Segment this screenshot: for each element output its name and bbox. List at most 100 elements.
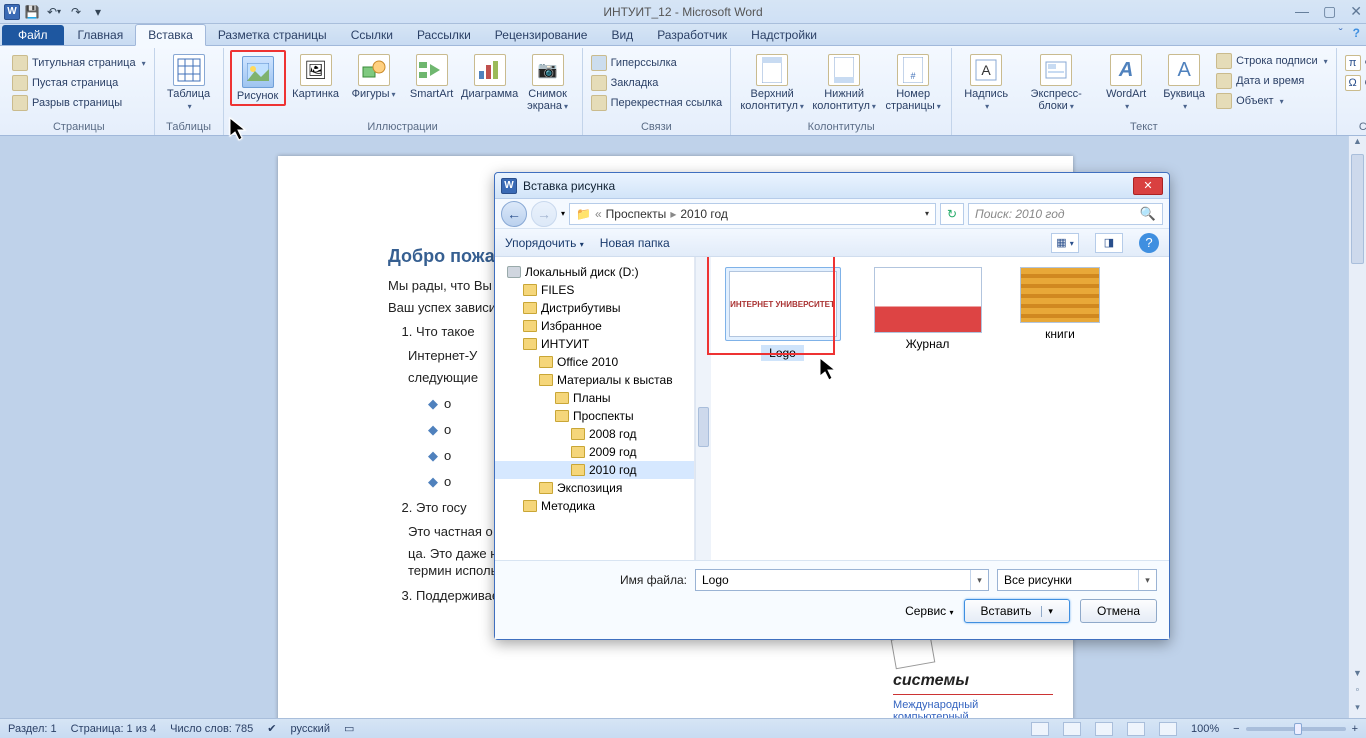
tab-file[interactable]: Файл xyxy=(2,25,64,45)
symbol-button[interactable]: ΩСимвол▾ xyxy=(1343,74,1366,92)
filename-input[interactable]: Logo▾ xyxy=(695,569,989,591)
tab-view[interactable]: Вид xyxy=(599,25,645,45)
file-item[interactable]: Журнал xyxy=(870,267,985,351)
tab-developer[interactable]: Разработчик xyxy=(645,25,739,45)
crossref-button[interactable]: Перекрестная ссылка xyxy=(589,94,725,112)
tree-item[interactable]: ИНТУИТ xyxy=(495,335,694,353)
smartart-button[interactable]: SmartArt xyxy=(404,50,460,102)
view-fullscreen-button[interactable] xyxy=(1063,722,1081,736)
search-icon[interactable]: 🔍 xyxy=(1140,206,1156,222)
chevron-down-icon[interactable]: ▾ xyxy=(970,570,988,590)
zoom-slider[interactable] xyxy=(1246,727,1346,731)
screenshot-button[interactable]: 📷Снимок экрана▾ xyxy=(520,50,576,115)
tree-disk[interactable]: Локальный диск (D:) xyxy=(495,263,694,281)
tab-mailings[interactable]: Рассылки xyxy=(405,25,483,45)
tree-item[interactable]: Проспекты xyxy=(495,407,694,425)
status-words[interactable]: Число слов: 785 xyxy=(170,723,253,735)
zoom-level[interactable]: 100% xyxy=(1191,723,1219,735)
search-input[interactable]: Поиск: 2010 год 🔍 xyxy=(968,203,1163,225)
refresh-button[interactable]: ↻ xyxy=(940,203,964,225)
nav-history-icon[interactable]: ▾ xyxy=(561,209,565,218)
status-section[interactable]: Раздел: 1 xyxy=(8,723,57,735)
minimize-ribbon-icon[interactable]: ˇ xyxy=(1339,26,1343,40)
view-draft-button[interactable] xyxy=(1159,722,1177,736)
new-folder-button[interactable]: Новая папка xyxy=(600,236,670,250)
zoom-out-button[interactable]: − xyxy=(1233,723,1239,735)
equation-button[interactable]: πФормула▾ xyxy=(1343,54,1366,72)
view-printlayout-button[interactable] xyxy=(1031,722,1049,736)
chevron-down-icon[interactable]: ▾ xyxy=(925,209,929,218)
minimize-icon[interactable]: — xyxy=(1295,3,1309,20)
redo-icon[interactable]: ↷ xyxy=(66,3,86,21)
tab-references[interactable]: Ссылки xyxy=(339,25,405,45)
hyperlink-button[interactable]: Гиперссылка xyxy=(589,54,725,72)
file-item-selected[interactable]: ИНТЕРНЕТ УНИВЕРСИТЕТ Logo xyxy=(725,267,840,361)
chevron-down-icon[interactable]: ▾ xyxy=(1138,570,1156,590)
pagenum-button[interactable]: #Номер страницы▾ xyxy=(881,50,945,115)
nav-back-button[interactable]: ← xyxy=(501,201,527,227)
prev-page-icon[interactable]: ◦ xyxy=(1349,684,1366,700)
crumb-item[interactable]: 2010 год xyxy=(680,207,728,221)
tree-item[interactable]: Office 2010 xyxy=(495,353,694,371)
cancel-button[interactable]: Отмена xyxy=(1080,599,1157,623)
vertical-scrollbar[interactable]: ▲ ▼ ◦ ▾ xyxy=(1348,136,1366,718)
blank-page-button[interactable]: Пустая страница xyxy=(10,74,148,92)
scroll-up-icon[interactable]: ▲ xyxy=(1349,136,1366,152)
tree-scrollbar[interactable] xyxy=(695,257,711,560)
dialog-titlebar[interactable]: W Вставка рисунка ✕ xyxy=(495,173,1169,199)
textbox-button[interactable]: AНадпись▾ xyxy=(958,50,1014,115)
dialog-help-button[interactable]: ? xyxy=(1139,233,1159,253)
breadcrumb[interactable]: 📁 « Проспекты ▸ 2010 год ▾ xyxy=(569,203,936,225)
view-mode-button[interactable]: ▦ ▾ xyxy=(1051,233,1079,253)
proofing-icon[interactable]: ✔ xyxy=(267,722,276,735)
wordart-button[interactable]: AWordArt▾ xyxy=(1098,50,1154,115)
tree-item[interactable]: Материалы к выстав xyxy=(495,371,694,389)
tree-item[interactable]: FILES xyxy=(495,281,694,299)
save-icon[interactable]: 💾 xyxy=(22,3,42,21)
organize-button[interactable]: Упорядочить ▾ xyxy=(505,236,584,250)
page-break-button[interactable]: Разрыв страницы xyxy=(10,94,148,112)
close-icon[interactable]: ✕ xyxy=(1350,3,1362,20)
tree-item[interactable]: Методика xyxy=(495,497,694,515)
scroll-down-icon[interactable]: ▼ xyxy=(1349,668,1366,684)
tab-layout[interactable]: Разметка страницы xyxy=(206,25,339,45)
signature-button[interactable]: Строка подписи▾ xyxy=(1214,52,1329,70)
clipart-button[interactable]: 🖼Картинка xyxy=(288,50,344,102)
file-item[interactable]: книги xyxy=(1015,267,1105,341)
shapes-button[interactable]: Фигуры▾ xyxy=(346,50,402,103)
insert-mode-icon[interactable]: ▭ xyxy=(344,722,354,735)
help-icon[interactable]: ? xyxy=(1353,26,1360,40)
tree-item[interactable]: Экспозиция xyxy=(495,479,694,497)
tree-item[interactable]: 2008 год xyxy=(495,425,694,443)
preview-pane-button[interactable]: ◨ xyxy=(1095,233,1123,253)
insert-button[interactable]: Вставить▾ xyxy=(964,599,1070,623)
tree-item[interactable]: Планы xyxy=(495,389,694,407)
next-page-icon[interactable]: ▾ xyxy=(1349,702,1366,718)
scroll-thumb[interactable] xyxy=(698,407,709,447)
maximize-icon[interactable]: ▢ xyxy=(1323,3,1336,20)
cover-page-button[interactable]: Титульная страница▾ xyxy=(10,54,148,72)
tab-insert[interactable]: Вставка xyxy=(135,24,206,46)
tree-item[interactable]: 2009 год xyxy=(495,443,694,461)
chart-button[interactable]: Диаграмма xyxy=(462,50,518,102)
dialog-close-button[interactable]: ✕ xyxy=(1133,177,1163,195)
nav-forward-button[interactable]: → xyxy=(531,201,557,227)
tree-item[interactable]: Избранное xyxy=(495,317,694,335)
bookmark-button[interactable]: Закладка xyxy=(589,74,725,92)
dropcap-button[interactable]: AБуквица▾ xyxy=(1156,50,1212,115)
table-button[interactable]: Таблица▾ xyxy=(161,50,217,115)
zoom-in-button[interactable]: + xyxy=(1352,723,1358,735)
tab-addins[interactable]: Надстройки xyxy=(739,25,829,45)
header-button[interactable]: Верхний колонтитул▾ xyxy=(737,50,807,115)
undo-icon[interactable]: ↶▾ xyxy=(44,3,64,21)
tools-button[interactable]: Сервис ▾ xyxy=(905,604,953,618)
tree-item-selected[interactable]: 2010 год xyxy=(495,461,694,479)
tree-item[interactable]: Дистрибутивы xyxy=(495,299,694,317)
filter-combo[interactable]: Все рисунки▾ xyxy=(997,569,1157,591)
tab-home[interactable]: Главная xyxy=(66,25,136,45)
status-lang[interactable]: русский xyxy=(291,723,330,735)
tab-review[interactable]: Рецензирование xyxy=(483,25,600,45)
status-page[interactable]: Страница: 1 из 4 xyxy=(71,723,157,735)
scroll-thumb[interactable] xyxy=(1351,154,1364,264)
footer-button[interactable]: Нижний колонтитул▾ xyxy=(809,50,879,115)
